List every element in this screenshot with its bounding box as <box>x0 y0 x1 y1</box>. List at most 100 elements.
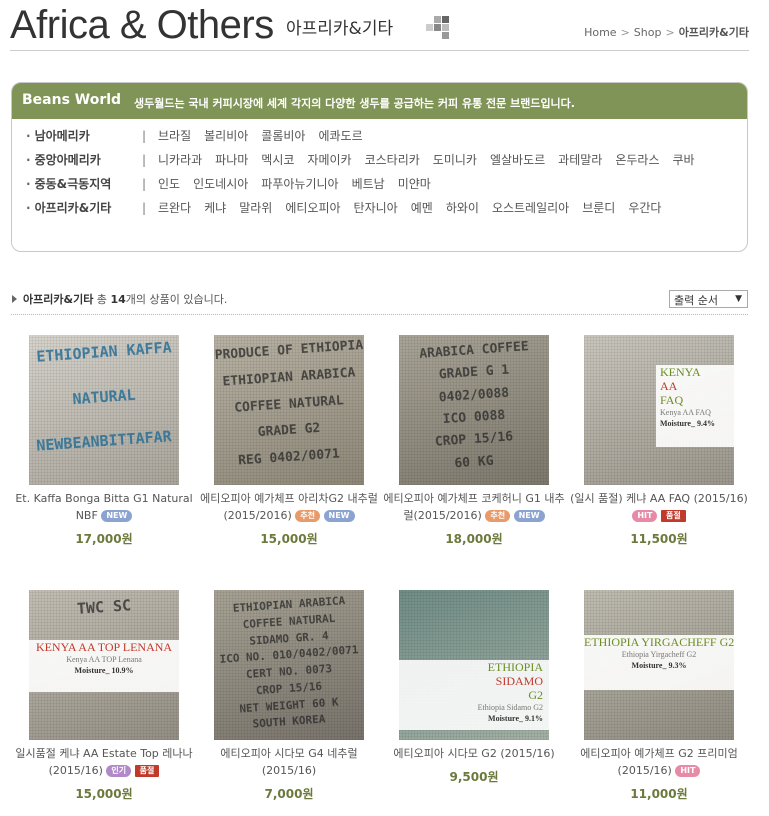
country-link[interactable]: 말라위 <box>239 201 272 215</box>
product-card[interactable]: ETHIOPIA YIRGACHEFF G2 Ethiopia Yirgachef… <box>566 590 752 802</box>
country-link[interactable]: 쿠바 <box>673 153 695 167</box>
badge-rec: 추천 <box>485 510 511 522</box>
summary-category: 아프리카&기타 <box>23 293 94 306</box>
country-link[interactable]: 케냐 <box>204 201 226 215</box>
badge-sold: 품절 <box>134 765 160 777</box>
product-count: 14 <box>110 293 126 306</box>
country-link[interactable]: 우간다 <box>628 201 661 215</box>
label-sub-text: Ethiopia Sidamo G2 <box>477 703 543 712</box>
sort-order-select[interactable]: 출력 순서 ▼ <box>669 290 748 308</box>
country-link[interactable]: 르완다 <box>158 201 191 215</box>
product-name[interactable]: 에티오피아 예가체프 코케허니 G1 내추럴(2015/2016) 추천 NEW <box>381 490 567 524</box>
region-row: 남아메리카| 브라질 볼리비아 콜롬비아 에콰도르 <box>12 128 747 144</box>
breadcrumb-home-link[interactable]: Home <box>584 26 616 39</box>
product-name[interactable]: (일시 품절) 케냐 AA FAQ (2015/16) HIT 품절 <box>566 490 752 524</box>
label-moisture-text: Moisture_ 9.3% <box>631 661 687 670</box>
product-card[interactable]: KENYA AA FAQ Kenya AA FAQ Moisture_ 9.4% (일시 … <box>566 335 752 547</box>
beans-world-description: 생두월드는 국내 커피시장에 세계 각지의 다양한 생두를 공급하는 커피 유통… <box>134 97 575 110</box>
country-link[interactable]: 도미니카 <box>433 153 477 167</box>
breadcrumb-shop-link[interactable]: Shop <box>634 26 662 39</box>
product-name[interactable]: 에티오피아 시다모 G4 네추럴 (2015/16) <box>196 745 382 779</box>
country-link[interactable]: 멕시코 <box>261 153 294 167</box>
country-link[interactable]: 파나마 <box>215 153 248 167</box>
country-link[interactable]: 하와이 <box>446 201 479 215</box>
product-name[interactable]: 에티오피아 시다모 G2 (2015/16) <box>381 745 567 762</box>
product-name[interactable]: 에티오피아 예가체프 G2 프리미엄 (2015/16) HIT <box>566 745 752 779</box>
region-row: 아프리카&기타| 르완다 케냐 말라위 에티오피아 탄자니아 예멘 하와이 오스트레일리아 브룬디… <box>12 200 747 216</box>
product-name-text[interactable]: 일시품절 케냐 AA Estate Top 레나나 (2015/16) <box>15 747 192 777</box>
product-label-card: KENYA AA FAQ Kenya AA FAQ Moisture_ 9.4% <box>656 365 734 447</box>
region-row: 중동&극동지역| 인도 인도네시아 파푸아뉴기니아 베트남 미얀마 <box>12 176 747 192</box>
label-moisture-text: Moisture_ 10.9% <box>74 666 134 675</box>
region-list: 남아메리카| 브라질 볼리비아 콜롬비아 에콰도르중앙아메리카| 니카라과 파나마 멕시코 자메… <box>12 119 747 224</box>
country-link[interactable]: 온두라스 <box>615 153 659 167</box>
country-link[interactable]: 파푸아뉴기니아 <box>261 177 338 191</box>
product-image[interactable]: ETHIOPIA YIRGACHEFF G2 Ethiopia Yirgachef… <box>584 590 734 740</box>
product-price: 17,000원 <box>75 532 133 546</box>
product-price: 15,000원 <box>75 787 133 801</box>
product-name[interactable]: 에티오피아 예가체프 아리차G2 내추럴(2015/2016) 추천 NEW <box>196 490 382 524</box>
product-name-text[interactable]: 에티오피아 예가체프 G2 프리미엄 (2015/16) <box>580 747 738 777</box>
chevron-right-icon: > <box>620 26 630 39</box>
product-image[interactable]: PRODUCE OF ETHIOPIA ETHIOPIAN ARABICA COFF… <box>214 335 364 485</box>
region-separator: | <box>142 129 147 143</box>
product-image[interactable]: ETHIOPIAN ARABICA COFFEE NATURAL SIDAMO GR… <box>214 590 364 740</box>
label-moisture-text: Moisture_ 9.4% <box>660 419 715 428</box>
country-link[interactable]: 오스트레일리아 <box>492 201 569 215</box>
country-link[interactable]: 인도 <box>158 177 180 191</box>
product-image[interactable]: ARABICA COFFEE GRADE G 1 0402/0088 ICO 0088… <box>399 335 549 485</box>
product-name[interactable]: Et. Kaffa Bonga Bitta G1 Natural NBF NEW <box>11 490 197 524</box>
product-price: 15,000원 <box>260 532 318 546</box>
product-card[interactable]: TWC SC KENYA AA TOP LENANA Kenya AA TOP Le… <box>11 590 197 802</box>
country-link[interactable]: 콜롬비아 <box>261 129 305 143</box>
sort-selected-value: 출력 순서 <box>674 294 718 307</box>
product-name-text[interactable]: 에티오피아 시다모 G4 네추럴 (2015/16) <box>220 747 357 777</box>
region-name[interactable]: 남아메리카 <box>12 128 142 144</box>
product-image[interactable]: ETHIOPIAN KAFFA NATURAL NEWBEANBITTAFAR <box>29 335 179 485</box>
region-row: 중앙아메리카| 니카라과 파나마 멕시코 자메이카 코스타리카 도미니카 엘살바도르 과테말라 온… <box>12 152 747 168</box>
country-link[interactable]: 자메이카 <box>307 153 351 167</box>
product-card[interactable]: ARABICA COFFEE GRADE G 1 0402/0088 ICO 0088… <box>381 335 567 547</box>
country-link[interactable]: 에티오피아 <box>285 201 340 215</box>
divider <box>11 314 748 315</box>
country-link[interactable]: 브룬디 <box>582 201 615 215</box>
badge-rec: 추천 <box>295 510 321 522</box>
country-link[interactable]: 인도네시아 <box>193 177 248 191</box>
product-card[interactable]: PRODUCE OF ETHIOPIA ETHIOPIAN ARABICA COFF… <box>196 335 382 547</box>
product-card[interactable]: ETHIOPIAN KAFFA NATURAL NEWBEANBITTAFAR Et.… <box>11 335 197 547</box>
triangle-right-icon <box>12 295 17 303</box>
region-name[interactable]: 중동&극동지역 <box>12 176 142 192</box>
chevron-right-icon: > <box>665 26 675 39</box>
product-image[interactable]: ETHIOPIA SIDAMO G2 Ethiopia Sidamo G2 Moistu… <box>399 590 549 740</box>
country-link[interactable]: 예멘 <box>411 201 433 215</box>
breadcrumb-current: 아프리카&기타 <box>678 26 749 39</box>
country-link[interactable]: 엘살바도르 <box>490 153 545 167</box>
product-name[interactable]: 일시품절 케냐 AA Estate Top 레나나 (2015/16) 인기 품… <box>11 745 197 779</box>
country-link[interactable]: 과테말라 <box>558 153 602 167</box>
product-price: 11,500원 <box>630 532 688 546</box>
country-link[interactable]: 브라질 <box>158 129 191 143</box>
beans-world-panel: Beans World 생두월드는 국내 커피시장에 세계 각지의 다양한 생두… <box>11 82 748 252</box>
product-card[interactable]: ETHIOPIAN ARABICA COFFEE NATURAL SIDAMO GR… <box>196 590 382 802</box>
product-price: 7,000원 <box>264 787 314 801</box>
product-image[interactable]: TWC SC KENYA AA TOP LENANA Kenya AA TOP Le… <box>29 590 179 740</box>
product-name-text[interactable]: (일시 품절) 케냐 AA FAQ (2015/16) <box>570 492 748 505</box>
dropdown-arrow-icon: ▼ <box>735 294 742 304</box>
country-link[interactable]: 코스타리카 <box>365 153 420 167</box>
product-name-text[interactable]: 에티오피아 시다모 G2 (2015/16) <box>393 747 554 760</box>
country-link[interactable]: 미얀마 <box>398 177 431 191</box>
label-moisture-text: Moisture_ 9.1% <box>488 714 543 723</box>
product-image[interactable]: KENYA AA FAQ Kenya AA FAQ Moisture_ 9.4% <box>584 335 734 485</box>
country-link[interactable]: 니카라과 <box>158 153 202 167</box>
product-card[interactable]: ETHIOPIA SIDAMO G2 Ethiopia Sidamo G2 Moistu… <box>381 590 567 785</box>
country-link[interactable]: 볼리비아 <box>204 129 248 143</box>
country-link[interactable]: 에콰도르 <box>318 129 362 143</box>
badge-new: NEW <box>101 510 133 522</box>
country-link[interactable]: 베트남 <box>352 177 385 191</box>
country-link[interactable]: 탄자니아 <box>354 201 398 215</box>
label-l1-text: ETHIOPIA <box>487 660 543 674</box>
page-header: Africa & Others 아프리카&기타 Home > Shop > 아프리카&기… <box>10 0 749 51</box>
region-name[interactable]: 중앙아메리카 <box>12 152 142 168</box>
region-name[interactable]: 아프리카&기타 <box>12 200 142 216</box>
region-countries: 니카라과 파나마 멕시코 자메이카 코스타리카 도미니카 엘살바도르 과테말라 온두라스 쿠바 <box>158 152 747 168</box>
